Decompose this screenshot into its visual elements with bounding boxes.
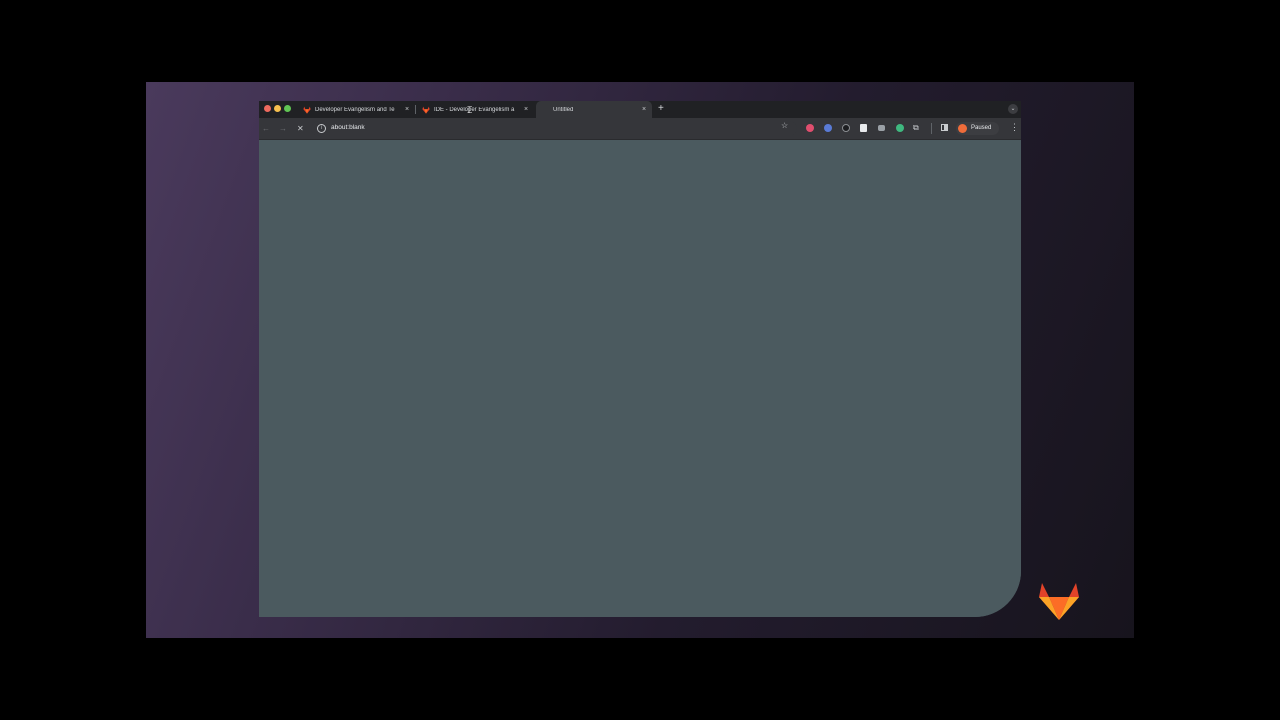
extension-camera-icon[interactable] [878,125,885,131]
bookmark-star-icon[interactable]: ☆ [781,121,788,130]
profile-button[interactable]: Paused [956,122,999,135]
minimize-window-button[interactable] [274,105,281,112]
back-arrow-icon[interactable]: ← [262,123,270,134]
browser-toolbar: ← → ✕ i about:blank ☆ ⧉ Paused ⋮ [259,118,1021,140]
side-panel-icon[interactable] [941,124,948,131]
address-bar-url: about:blank [331,124,365,131]
profile-status-label: Paused [971,125,992,131]
menu-kebab-icon[interactable]: ⋮ [1010,122,1019,133]
tab-title: Developer Evangelism and Te [315,106,395,113]
slide-background: Developer Evangelism and Te × IDE - Deve… [146,82,1134,638]
tab-search-icon[interactable]: ⌄ [1008,104,1018,114]
browser-window: Developer Evangelism and Te × IDE - Deve… [259,101,1021,617]
blank-page-content [259,140,1021,617]
gitlab-tanuki-logo [1039,583,1079,620]
tab-title: IDE - Developer Evangelism a [434,106,515,113]
gitlab-icon [303,106,311,114]
new-tab-button[interactable]: + [658,102,664,116]
tab-untitled[interactable]: Untitled × [536,101,652,118]
address-bar[interactable]: i about:blank [311,121,797,136]
tab-ide-developer-evangelism[interactable]: IDE - Developer Evangelism a × [416,101,534,118]
extension-green-icon[interactable] [896,124,904,132]
forward-arrow-icon[interactable]: → [279,123,287,134]
close-tab-icon[interactable]: × [521,106,531,113]
stop-loading-icon[interactable]: ✕ [297,123,304,134]
tab-developer-evangelism[interactable]: Developer Evangelism and Te × [297,101,415,118]
avatar [958,124,967,133]
extension-blue-icon[interactable] [824,124,832,132]
extension-book-icon[interactable] [860,124,867,132]
tab-title: Untitled [553,106,574,113]
extensions-puzzle-icon[interactable]: ⧉ [913,122,919,133]
extension-dark-icon[interactable] [842,124,850,132]
mouse-cursor-icon: ⌶ [467,105,473,115]
maximize-window-button[interactable] [284,105,291,112]
gitlab-icon [422,106,430,114]
info-icon[interactable]: i [317,124,326,133]
close-window-button[interactable] [264,105,271,112]
close-tab-icon[interactable]: × [639,106,649,113]
tab-strip: Developer Evangelism and Te × IDE - Deve… [259,101,1021,118]
toolbar-divider [931,123,932,134]
close-tab-icon[interactable]: × [402,106,412,113]
extension-red-icon[interactable] [806,124,814,132]
